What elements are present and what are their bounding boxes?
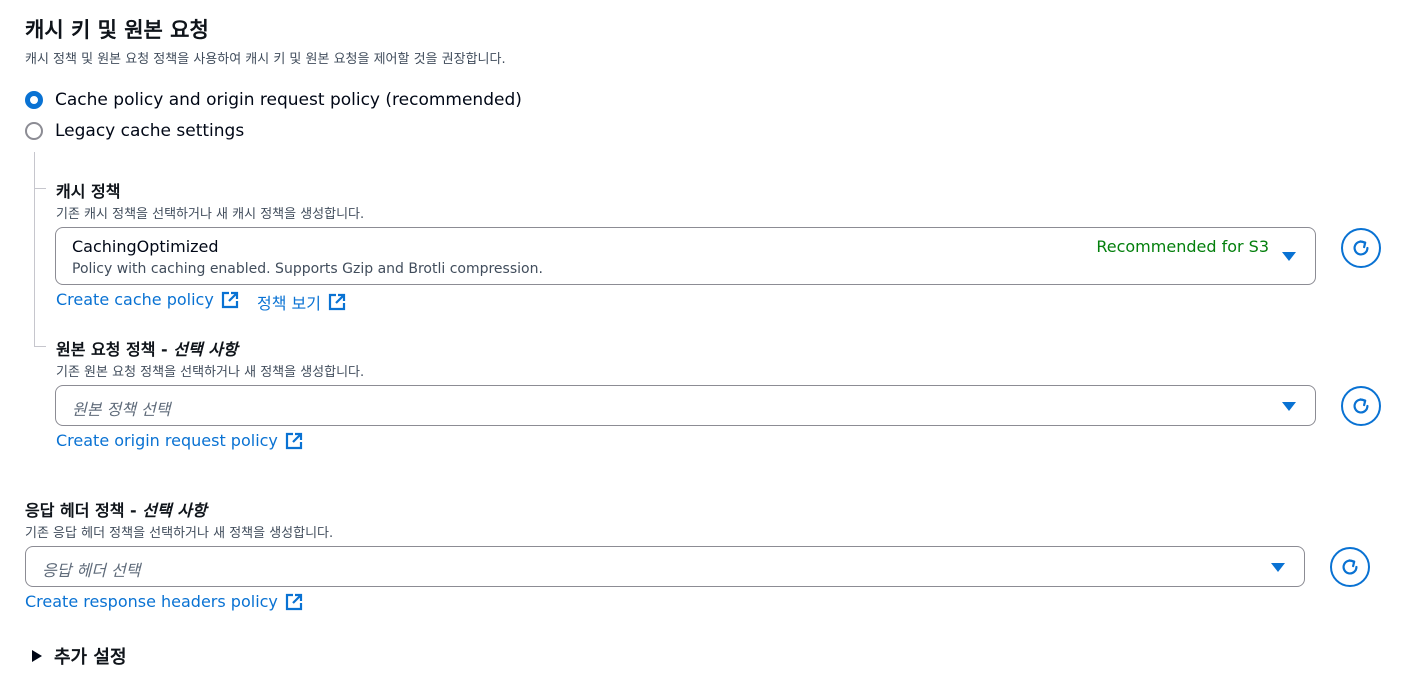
refresh-cache-policy-button[interactable] — [1341, 228, 1381, 268]
radio-cache-policy[interactable]: Cache policy and origin request policy (… — [25, 89, 522, 111]
tree-connector-branch — [34, 188, 46, 189]
response-headers-policy-label: 응답 헤더 정책 - 선택 사항 — [25, 497, 207, 521]
recommended-tag: Recommended for S3 — [1096, 237, 1269, 256]
tree-connector-branch — [34, 346, 46, 347]
radio-label: Cache policy and origin request policy (… — [55, 90, 522, 110]
origin-request-policy-label: 원본 요청 정책 - 선택 사항 — [56, 336, 238, 360]
view-policy-link[interactable]: 정책 보기 — [257, 290, 346, 314]
response-headers-policy-description: 기존 응답 헤더 정책을 선택하거나 새 정책을 생성합니다. — [25, 526, 334, 541]
link-label: Create cache policy — [56, 290, 214, 309]
caret-down-icon — [1271, 563, 1285, 572]
caret-down-icon — [1282, 402, 1296, 411]
radio-checked-icon[interactable] — [25, 91, 43, 109]
radio-label: Legacy cache settings — [55, 121, 245, 141]
selected-value: CachingOptimized — [72, 237, 219, 256]
external-link-icon — [221, 291, 239, 309]
refresh-icon — [1353, 240, 1369, 256]
link-label: Create response headers policy — [25, 592, 278, 611]
select-placeholder: 응답 헤더 선택 — [42, 561, 141, 580]
refresh-origin-policy-button[interactable] — [1341, 386, 1381, 426]
link-label: 정책 보기 — [257, 294, 321, 313]
additional-settings-expander[interactable]: 추가 설정 — [32, 643, 127, 669]
expander-label: 추가 설정 — [54, 647, 127, 668]
refresh-icon — [1342, 559, 1358, 575]
external-link-icon — [285, 593, 303, 611]
selected-description: Policy with caching enabled. Supports Gz… — [72, 261, 543, 277]
response-headers-policy-select[interactable]: 응답 헤더 선택 — [25, 546, 1305, 587]
create-origin-request-policy-link[interactable]: Create origin request policy — [56, 431, 303, 450]
cache-policy-select[interactable]: CachingOptimized Policy with caching ena… — [55, 227, 1316, 285]
create-response-headers-policy-link[interactable]: Create response headers policy — [25, 592, 303, 611]
cache-policy-description: 기존 캐시 정책을 선택하거나 새 캐시 정책을 생성합니다. — [56, 207, 365, 222]
create-cache-policy-link[interactable]: Create cache policy — [56, 290, 239, 309]
caret-down-icon — [1282, 252, 1296, 261]
label-text: 원본 요청 정책 - — [56, 340, 174, 359]
external-link-icon — [328, 293, 346, 311]
caret-right-icon — [32, 650, 42, 662]
section-description: 캐시 정책 및 원본 요청 정책을 사용하여 캐시 키 및 원본 요청을 제어할… — [25, 52, 506, 67]
origin-request-policy-select[interactable]: 원본 정책 선택 — [55, 385, 1316, 426]
section-title: 캐시 키 및 원본 요청 — [25, 18, 209, 42]
origin-request-policy-description: 기존 원본 요청 정책을 선택하거나 새 정책을 생성합니다. — [56, 365, 365, 380]
select-placeholder: 원본 정책 선택 — [72, 400, 171, 419]
label-optional: 선택 사항 — [142, 501, 207, 520]
radio-unchecked-icon[interactable] — [25, 122, 43, 140]
link-label: Create origin request policy — [56, 431, 278, 450]
label-optional: 선택 사항 — [173, 340, 238, 359]
radio-legacy-cache[interactable]: Legacy cache settings — [25, 120, 244, 142]
refresh-icon — [1353, 398, 1369, 414]
cache-policy-label: 캐시 정책 — [56, 182, 121, 201]
tree-connector — [34, 152, 35, 347]
refresh-response-headers-button[interactable] — [1330, 547, 1370, 587]
external-link-icon — [285, 432, 303, 450]
label-text: 응답 헤더 정책 - — [25, 501, 143, 520]
